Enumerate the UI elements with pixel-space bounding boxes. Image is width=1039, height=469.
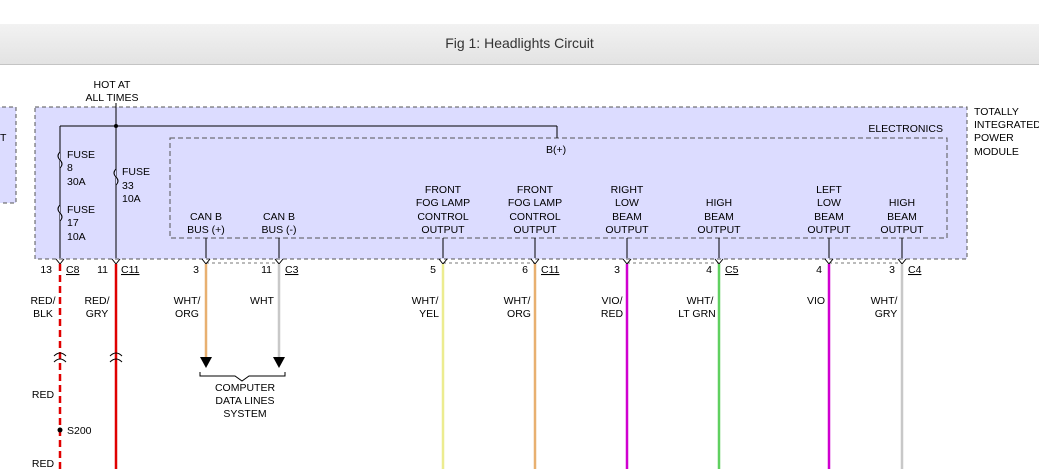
wire-label: GRY [86,308,109,320]
wire-label: WHT/ [687,295,714,307]
module-name-4: MODULE [974,146,1019,158]
connector-id: C4 [908,264,922,276]
electronics-label: ELECTRONICS [868,123,943,135]
output-label-can-b-plus-1: CAN B [190,211,222,223]
bplus-label: B(+) [546,144,566,156]
wire-label: WHT/ [174,295,201,307]
pin-number: 6 [522,264,528,276]
computer-system-brace [199,372,286,382]
output-label-right-low-3: BEAM [612,211,642,223]
connector-id: C3 [285,264,299,276]
hot-at-label-2: ALL TIMES [85,92,138,104]
wiring-diagram: T HOT AT ALL TIMES TOTALLY INTEGRATED PO… [0,79,1039,469]
output-label-right-low-2: LOW [615,197,639,209]
wire-label: ORG [507,308,531,320]
wire-label: RED/ [30,295,55,307]
wire-label: YEL [419,308,439,320]
wire-label: LT GRN [678,308,716,320]
module-name-1: TOTALLY [974,106,1019,118]
pin-number: 5 [430,264,436,276]
output-label-left-low-4: OUTPUT [807,224,851,236]
output-label-fog-b-4: OUTPUT [513,224,557,236]
fuse-17-rating: 10A [67,231,86,243]
computer-system-label-1: COMPUTER [215,382,276,394]
fuse-8-number: 8 [67,162,73,174]
inline-connectors [53,352,123,363]
computer-system-label-3: SYSTEM [223,408,266,420]
module-name-3: POWER [974,132,1014,144]
wire-label: WHT/ [871,295,898,307]
wire-label: RED/ [84,295,109,307]
hot-at-label-1: HOT AT [94,79,132,91]
connector-id: C8 [66,264,80,276]
fuse-17-name: FUSE [67,204,95,216]
wire-label-red: RED [32,389,55,401]
output-label-fog-b-3: CONTROL [509,211,560,223]
module-name-2: INTEGRATED [974,119,1039,131]
pin-number: 3 [889,264,895,276]
fuse-8-name: FUSE [67,149,95,161]
output-label-high-b-3: OUTPUT [880,224,924,236]
output-label-right-low-4: OUTPUT [605,224,649,236]
adjacent-module-box [0,106,17,204]
adjacent-module-label: T [0,132,7,144]
pin-number: 11 [261,264,272,276]
pin-number: 4 [706,264,712,276]
wire-label: VIO [807,295,825,307]
pin-labels: 13 C8 11 C11 3 11 C3 5 6 C11 3 4 C5 4 3 … [40,264,921,276]
output-label-can-b-minus-1: CAN B [263,211,295,223]
output-label-high-a-2: BEAM [704,211,734,223]
output-label-fog-a-3: CONTROL [417,211,468,223]
wire-label-red: RED [32,458,55,469]
wire-label: GRY [875,308,898,320]
output-label-left-low-2: LOW [817,197,841,209]
output-label-high-a-1: HIGH [706,197,732,209]
output-label-fog-a-4: OUTPUT [421,224,465,236]
data-line-arrows [200,357,285,368]
splice-label: S200 [67,425,92,437]
fuse-17-number: 17 [67,217,79,229]
wire-label: WHT/ [504,295,531,307]
pin-number: 3 [193,264,199,276]
computer-system-label-2: DATA LINES [215,395,274,407]
pin-number: 13 [40,264,52,276]
output-label-fog-b-2: FOG LAMP [508,197,562,209]
connector-id: C11 [541,264,560,276]
connector-id: C5 [725,264,739,276]
pin-number: 3 [614,264,620,276]
wire-color-labels: RED/ BLK RED/ GRY WHT/ ORG WHT WHT/ YEL … [30,295,897,320]
output-label-can-b-plus-2: BUS (+) [187,224,225,236]
wire-label: RED [601,308,624,320]
output-label-fog-a-1: FRONT [425,184,462,196]
fuse-33-name: FUSE [122,166,150,178]
output-label-right-low-1: RIGHT [611,184,644,196]
output-label-high-b-2: BEAM [887,211,917,223]
connector-id: C11 [121,264,140,276]
output-label-fog-b-1: FRONT [517,184,554,196]
pin-number: 11 [97,264,108,276]
wire-label: WHT [250,295,274,307]
output-label-high-b-1: HIGH [889,197,915,209]
power-module-box [34,106,968,260]
bus-junction-dot [114,124,118,128]
pin-number: 4 [816,264,822,276]
fuse-33-rating: 10A [122,193,141,205]
wire-label: ORG [175,308,199,320]
fuse-33-number: 33 [122,180,134,192]
wire-label: WHT/ [412,295,439,307]
fuse-8-rating: 30A [67,176,86,188]
output-label-can-b-minus-2: BUS (-) [262,224,297,236]
output-label-high-a-3: OUTPUT [697,224,741,236]
output-label-left-low-3: BEAM [814,211,844,223]
wire-label: VIO/ [601,295,622,307]
splice-dot [57,427,63,433]
wire-label: BLK [33,308,53,320]
output-label-left-low-1: LEFT [816,184,842,196]
output-label-fog-a-2: FOG LAMP [416,197,470,209]
